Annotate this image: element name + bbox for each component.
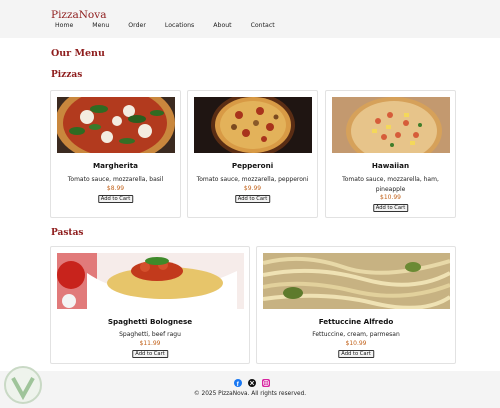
copyright-text: © 2025 PizzaNova. All rights reserved.	[193, 391, 307, 397]
item-price: $10.99	[380, 194, 401, 201]
menu-card-pepperoni: Pepperoni Tomato sauce, mozzarella, pepp…	[187, 90, 318, 218]
facebook-icon[interactable]: f	[234, 379, 242, 387]
margherita-image	[57, 97, 175, 153]
item-price: $11.99	[139, 340, 161, 347]
item-name: Spaghetti Bolognese	[107, 317, 193, 326]
menu-card-margherita: Margherita Tomato sauce, mozzarella, bas…	[50, 90, 181, 218]
pepperoni-image	[194, 97, 312, 153]
svg-text:f: f	[237, 381, 240, 387]
page-title: Our Menu	[51, 48, 105, 59]
item-name: Hawaiian	[371, 161, 410, 170]
section-heading-pizzas: Pizzas	[51, 70, 83, 80]
footer	[0, 371, 500, 408]
nav-order[interactable]: Order	[128, 22, 146, 29]
menu-card-fettuccine-alfredo: Fettuccine Alfredo Fettuccine, cream, pa…	[256, 246, 456, 364]
item-description: Fettuccine, cream, parmesan	[312, 331, 400, 338]
menu-card-spaghetti-bolognese: Spaghetti Bolognese Spaghetti, beef ragu…	[50, 246, 250, 364]
fettuccine-alfredo-image	[263, 253, 450, 309]
instagram-icon[interactable]	[262, 379, 270, 387]
social-links: f	[234, 379, 276, 387]
nav-home[interactable]: Home	[55, 22, 73, 29]
nav-menu[interactable]: Menu	[92, 22, 109, 29]
spaghetti-bolognese-image	[57, 253, 244, 309]
item-description: Spaghetti, beef ragu	[119, 331, 181, 338]
item-description: Tomato sauce, mozzarella, ham, pineapple	[342, 176, 439, 193]
main-nav: Home Menu Order Locations About Contact	[55, 22, 294, 29]
item-price: $9.99	[243, 185, 262, 192]
item-name: Margherita	[93, 161, 138, 170]
add-to-cart-button[interactable]: Add to Cart	[372, 204, 409, 212]
item-name: Pepperoni	[231, 161, 274, 170]
item-price: $10.99	[345, 340, 367, 347]
section-heading-pastas: Pastas	[51, 228, 84, 238]
menu-card-hawaiian: Hawaiian Tomato sauce, mozzarella, ham, …	[325, 90, 456, 218]
top-navbar: PizzaNova Home Menu Order Locations Abou…	[0, 0, 500, 38]
item-price: $8.99	[106, 185, 125, 192]
nav-contact[interactable]: Contact	[251, 22, 275, 29]
nav-locations[interactable]: Locations	[165, 22, 194, 29]
nav-about[interactable]: About	[213, 22, 231, 29]
add-to-cart-button[interactable]: Add to Cart	[132, 350, 168, 358]
x-icon[interactable]	[248, 379, 256, 387]
item-description: Tomato sauce, mozzarella, pepperoni	[196, 176, 309, 183]
item-name: Fettuccine Alfredo	[318, 317, 394, 326]
add-to-cart-button[interactable]: Add to Cart	[97, 195, 134, 203]
brand-logo[interactable]: PizzaNova	[51, 9, 106, 21]
add-to-cart-button[interactable]: Add to Cart	[338, 350, 374, 358]
hawaiian-image	[332, 97, 450, 153]
badge-icon	[4, 366, 42, 404]
item-description: Tomato sauce, mozzarella, basil	[67, 176, 164, 183]
add-to-cart-button[interactable]: Add to Cart	[234, 195, 271, 203]
